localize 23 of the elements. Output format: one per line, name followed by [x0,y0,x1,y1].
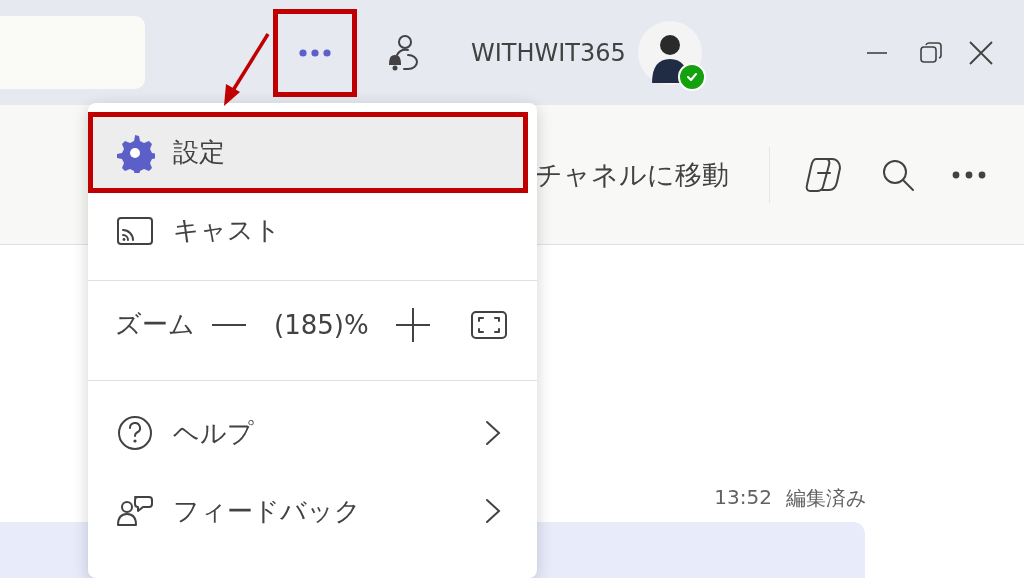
zoom-label: ズーム [115,308,195,341]
more-icon [952,170,986,179]
minimize-icon [866,51,888,54]
user-name: WITHWIT365 [471,38,626,67]
menu-item[interactable]: フィードバック [88,472,537,550]
help-icon [115,413,155,453]
zoom-level: (185)% [274,309,369,340]
chevron-right-icon [483,497,503,525]
more-icon [299,48,331,57]
edited-label: 編集済み [786,485,866,512]
more-options-button[interactable] [952,170,986,179]
chevron-right-icon [483,419,503,447]
go-to-channel-link[interactable]: チャネルに移動 [535,156,729,193]
menu-item[interactable]: ヘルプ [88,394,537,472]
minus-icon [211,323,247,326]
check-icon [685,70,698,83]
restore-icon [918,39,944,66]
menu-item[interactable]: キャスト [88,193,537,268]
message-time: 13:52 [714,485,772,511]
close-icon [967,38,995,67]
menu-item[interactable]: 設定 [93,117,523,188]
settings-icon [115,132,155,173]
avatar[interactable] [637,20,702,85]
